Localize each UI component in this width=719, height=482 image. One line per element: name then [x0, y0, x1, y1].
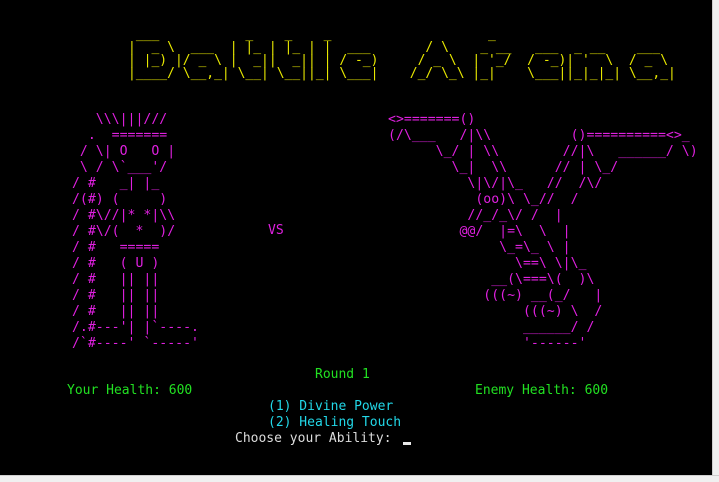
- versus-label: VS: [268, 223, 284, 238]
- window-border-right: [712, 0, 719, 482]
- ability-option-divine-power: (1) Divine Power: [268, 399, 394, 414]
- text-input-cursor[interactable]: [403, 442, 411, 445]
- battle-arena-title: ___ _ _ _ _ | _ \ ___ | |_ | |_ | | ___ …: [128, 27, 676, 81]
- ability-prompt: Choose your Ability:: [235, 431, 400, 446]
- dragon-ascii-art: <>=======() (/\___ /|\\ ()==========<>_ …: [388, 112, 698, 351]
- ability-option-healing-touch: (2) Healing Touch: [268, 415, 402, 430]
- your-health: Your Health: 600: [67, 383, 193, 398]
- enemy-health: Enemy Health: 600: [475, 383, 609, 398]
- window-border-bottom: [0, 475, 719, 482]
- warrior-ascii-art: \\\|||/// . ======= / \| O O | \ / \`___…: [71, 112, 199, 351]
- round-label: Round 1: [315, 367, 370, 382]
- console-window: ___ _ _ _ _ | _ \ ___ | |_ | |_ | | ___ …: [0, 0, 719, 482]
